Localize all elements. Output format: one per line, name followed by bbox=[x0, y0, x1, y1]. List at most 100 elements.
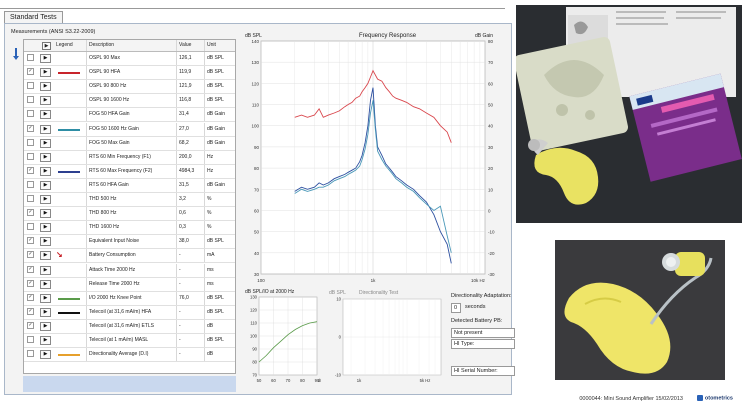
row-unit: Hz bbox=[204, 150, 235, 164]
play-icon[interactable]: ▶ bbox=[40, 54, 51, 64]
row-checkbox[interactable]: ✓ bbox=[27, 68, 34, 76]
x-tick: 60 bbox=[271, 378, 276, 383]
row-checkbox[interactable] bbox=[27, 152, 34, 160]
play-icon[interactable]: ▶ bbox=[40, 209, 51, 219]
play-icon[interactable]: ▶ bbox=[40, 138, 51, 148]
play-icon[interactable]: ▶ bbox=[40, 265, 51, 275]
table-row[interactable]: ✓ ▶ Telecoil (at 31,6 mA/m) HFA - dB SPL bbox=[24, 305, 235, 320]
row-checkbox[interactable]: ✓ bbox=[27, 293, 34, 301]
y-tick-right: -20 bbox=[488, 251, 495, 256]
row-checkbox[interactable]: ✓ bbox=[27, 237, 34, 245]
row-unit: dB SPL bbox=[204, 235, 235, 249]
play-icon[interactable]: ▶ bbox=[40, 237, 51, 247]
play-icon[interactable]: ▶ bbox=[40, 68, 51, 78]
table-row[interactable]: ▶ RTS 60 HFA Gain 31,5 dB Gain bbox=[24, 178, 235, 193]
play-icon[interactable]: ▶ bbox=[40, 152, 51, 162]
y-tick: -10 bbox=[335, 373, 342, 378]
play-icon[interactable]: ▶ bbox=[40, 279, 51, 289]
row-checkbox[interactable] bbox=[27, 223, 34, 231]
row-unit: dB SPL bbox=[204, 66, 235, 80]
play-icon[interactable]: ▶ bbox=[40, 195, 51, 205]
table-row[interactable]: ✓ ▶ FOG 50 1600 Hz Gain 27,0 dB Gain bbox=[24, 122, 235, 137]
table-header: ▶ Legend Description Value Unit bbox=[24, 40, 235, 52]
row-checkbox[interactable] bbox=[27, 350, 34, 358]
row-value: - bbox=[176, 263, 204, 277]
row-value: - bbox=[176, 334, 204, 348]
row-description: Directionality Average (D.I) bbox=[86, 348, 176, 362]
play-icon[interactable]: ▶ bbox=[40, 110, 51, 120]
play-icon[interactable]: ▶ bbox=[40, 180, 51, 190]
table-row[interactable]: ✓ ▶ Release Time 2000 Hz - ms bbox=[24, 277, 235, 292]
y-tick: 100 bbox=[250, 334, 258, 339]
table-row[interactable]: ✓ ▶ Equivalent Input Noise 38,0 dB SPL bbox=[24, 235, 235, 250]
legend-cell bbox=[54, 137, 84, 150]
table-row[interactable]: ▶ FOG 50 HFA Gain 31,4 dB Gain bbox=[24, 108, 235, 123]
tab-standard-tests[interactable]: Standard Tests bbox=[4, 11, 63, 23]
table-row[interactable]: ✓ ▶ OSPL 90 HFA 119,9 dB SPL bbox=[24, 66, 235, 81]
x-tick: 10k Hz bbox=[471, 278, 486, 283]
play-icon[interactable]: ▶ bbox=[40, 166, 51, 176]
y-tick-left: 130 bbox=[251, 60, 259, 65]
row-checkbox[interactable] bbox=[27, 336, 34, 343]
x-tick: 1k bbox=[357, 378, 362, 383]
play-icon[interactable]: ▶ bbox=[40, 350, 51, 360]
battery-marker-icon: ↘ bbox=[56, 250, 63, 260]
table-row[interactable]: ▶ RTS 60 Min Frequency (F1) 200,0 Hz bbox=[24, 150, 235, 165]
play-icon[interactable]: ▶ bbox=[40, 336, 51, 346]
table-row[interactable]: ✓ ▶ Battery Consumption - mA ↘ bbox=[24, 249, 235, 264]
adaptation-input[interactable]: 0 bbox=[451, 303, 461, 313]
play-icon[interactable]: ▶ bbox=[40, 223, 51, 233]
table-footer-band bbox=[23, 376, 236, 392]
legend-cell bbox=[54, 94, 84, 107]
row-checkbox[interactable] bbox=[27, 96, 34, 104]
y-tick: 80 bbox=[252, 360, 257, 365]
table-row[interactable]: ▶ Telecoil (at 1 mA/m) MASL - dB SPL bbox=[24, 334, 235, 349]
play-all-icon[interactable]: ▶ bbox=[42, 42, 51, 50]
row-checkbox[interactable]: ✓ bbox=[27, 265, 34, 273]
table-row[interactable]: ▶ Directionality Average (D.I) - dB bbox=[24, 348, 235, 363]
table-row[interactable]: ✓ ▶ Attack Time 2000 Hz - ms bbox=[24, 263, 235, 278]
row-checkbox[interactable] bbox=[27, 54, 34, 61]
row-checkbox[interactable] bbox=[27, 180, 34, 188]
table-row[interactable]: ▶ FOG 50 Max Gain 68,2 dB Gain bbox=[24, 136, 235, 151]
table-row[interactable]: ✓ ▶ Telecoil (at 31,6 mA/m) ETLS - dB bbox=[24, 319, 235, 334]
row-checkbox[interactable] bbox=[27, 138, 34, 146]
measurements-label: Measurements (ANSI S3.22-2009) bbox=[11, 29, 96, 35]
row-checkbox[interactable]: ✓ bbox=[27, 251, 34, 259]
table-row[interactable]: ▶ OSPL 90 800 Hz 121,9 dB SPL bbox=[24, 80, 235, 95]
play-icon[interactable]: ▶ bbox=[40, 307, 51, 317]
row-checkbox[interactable] bbox=[27, 195, 34, 202]
play-icon[interactable]: ▶ bbox=[40, 321, 51, 331]
table-row[interactable]: ▶ OSPL 90 1600 Hz 116,8 dB SPL bbox=[24, 94, 235, 109]
y-tick: 0 bbox=[339, 335, 342, 340]
row-checkbox[interactable]: ✓ bbox=[27, 166, 34, 174]
row-checkbox[interactable]: ✓ bbox=[27, 279, 34, 287]
play-icon[interactable]: ▶ bbox=[40, 293, 51, 303]
table-row[interactable]: ▶ THD 1600 Hz 0,3% bbox=[24, 221, 235, 236]
row-checkbox[interactable]: ✓ bbox=[27, 209, 34, 217]
row-checkbox[interactable] bbox=[27, 82, 34, 90]
legend-line bbox=[58, 297, 80, 300]
row-checkbox[interactable] bbox=[27, 110, 34, 118]
row-checkbox[interactable]: ✓ bbox=[27, 321, 34, 329]
table-row[interactable]: ▶ OSPL 90 Max 126,1 dB SPL bbox=[24, 52, 235, 67]
table-row[interactable]: ✓ ▶ I/O 2000 Hz Knee Point 76,0 dB SPL bbox=[24, 291, 235, 306]
table-row[interactable]: ▶ THD 500 Hz 3,2% bbox=[24, 193, 235, 208]
row-unit: dB Gain bbox=[204, 178, 235, 192]
row-check-cell bbox=[25, 151, 38, 164]
table-row[interactable]: ✓ ▶ RTS 60 Max Frequency (F2) 4984,3 Hz bbox=[24, 164, 235, 179]
play-icon[interactable]: ▶ bbox=[40, 251, 51, 261]
y-tick-left: 100 bbox=[251, 124, 259, 129]
row-checkbox[interactable]: ✓ bbox=[27, 124, 34, 132]
y-tick-left: 30 bbox=[254, 272, 260, 277]
row-checkbox[interactable]: ✓ bbox=[27, 307, 34, 315]
otometrics-logo: otometrics bbox=[696, 395, 733, 401]
row-description: Battery Consumption bbox=[86, 249, 176, 263]
play-icon[interactable]: ▶ bbox=[40, 124, 51, 134]
play-icon[interactable]: ▶ bbox=[40, 82, 51, 92]
play-icon[interactable]: ▶ bbox=[40, 96, 51, 106]
row-check-cell bbox=[25, 193, 38, 206]
table-row[interactable]: ✓ ▶ THD 800 Hz 0,6% bbox=[24, 207, 235, 222]
adaptation-label: Directionality Adaptation: bbox=[451, 293, 512, 299]
legend-line bbox=[58, 354, 80, 357]
